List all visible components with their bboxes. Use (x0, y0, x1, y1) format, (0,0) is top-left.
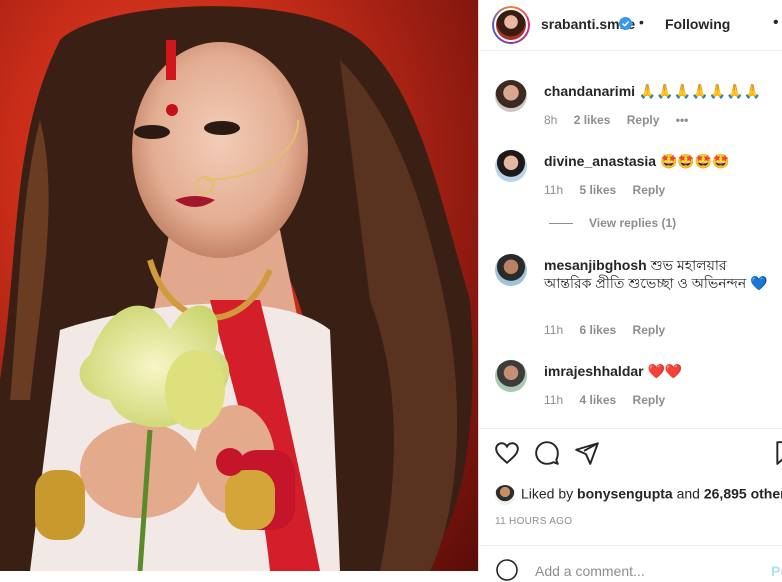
comment-likes[interactable]: 4 likes (579, 393, 616, 407)
following-button[interactable]: Following (665, 16, 730, 32)
comment-time[interactable]: 11h (544, 323, 563, 337)
comment-time[interactable]: 11h (544, 393, 563, 407)
comment-meta: 11h 5 likes Reply (544, 183, 678, 197)
reply-button[interactable]: Reply (633, 183, 666, 197)
post-photo[interactable] (0, 0, 478, 571)
comment-meta: 11h 4 likes Reply (544, 393, 678, 407)
liked-by-joiner: and (676, 485, 700, 502)
bookmark-icon[interactable] (773, 440, 782, 466)
likes-count[interactable]: 26,895 others (704, 486, 782, 502)
comment-likes[interactable]: 2 likes (574, 113, 611, 127)
heart-icon[interactable] (494, 440, 520, 466)
reply-button[interactable]: Reply (627, 113, 660, 127)
liked-by: Liked by bonysengupta and 26,895 others (495, 485, 782, 505)
comment-icon[interactable] (534, 440, 560, 466)
comment-likes[interactable]: 6 likes (579, 323, 616, 337)
post-header: srabanti.smile • Following • (479, 0, 782, 51)
comments-panel: srabanti.smile • Following • chandanarim… (479, 0, 782, 581)
comment-meta: 11h 6 likes Reply (544, 323, 678, 337)
commenter-avatar[interactable] (495, 80, 527, 112)
commenter-username[interactable]: divine_anastasia (544, 153, 656, 169)
more-options-icon[interactable]: • (773, 14, 779, 32)
liked-by-prefix: Liked by (521, 485, 574, 502)
commenter-avatar[interactable] (495, 150, 527, 182)
post-timestamp[interactable]: 11 HOURS AGO (495, 516, 572, 527)
header-separator: • (639, 14, 644, 30)
share-icon[interactable] (574, 440, 600, 466)
view-replies-button[interactable]: View replies (1) (549, 216, 676, 230)
post-comment-button[interactable]: Post (771, 563, 782, 579)
post-image (0, 6, 473, 571)
comment-time[interactable]: 8h (544, 113, 557, 127)
verified-badge-icon (619, 17, 632, 30)
add-comment-input[interactable]: Add a comment... (535, 563, 645, 579)
liker-username[interactable]: bonysengupta (577, 486, 673, 502)
comment-options-icon[interactable]: ••• (676, 113, 689, 127)
comment-text: 🤩🤩🤩🤩 (659, 153, 730, 169)
comment-meta: 8h 2 likes Reply ••• (544, 113, 701, 127)
view-replies-label: View replies (1) (589, 216, 677, 230)
comment-text: ❤️❤️ (647, 363, 683, 379)
comment-likes[interactable]: 5 likes (579, 183, 616, 197)
author-avatar[interactable] (492, 6, 530, 44)
liker-avatar[interactable] (495, 485, 515, 505)
commenter-username[interactable]: chandanarimi (544, 83, 635, 99)
emoji-icon[interactable] (495, 558, 519, 582)
commenter-username[interactable]: imrajeshhaldar (544, 363, 644, 379)
commenter-avatar[interactable] (495, 360, 527, 392)
commenter-avatar[interactable] (495, 254, 527, 286)
add-comment-divider (479, 545, 782, 546)
view-replies-line (549, 223, 573, 225)
reply-button[interactable]: Reply (633, 393, 666, 407)
reply-button[interactable]: Reply (633, 323, 666, 337)
comment-text: 🙏🙏🙏🙏🙏🙏🙏 (638, 83, 761, 99)
actions-divider (479, 428, 782, 429)
comment-time[interactable]: 11h (544, 183, 563, 197)
commenter-username[interactable]: mesanjibghosh (544, 257, 647, 273)
